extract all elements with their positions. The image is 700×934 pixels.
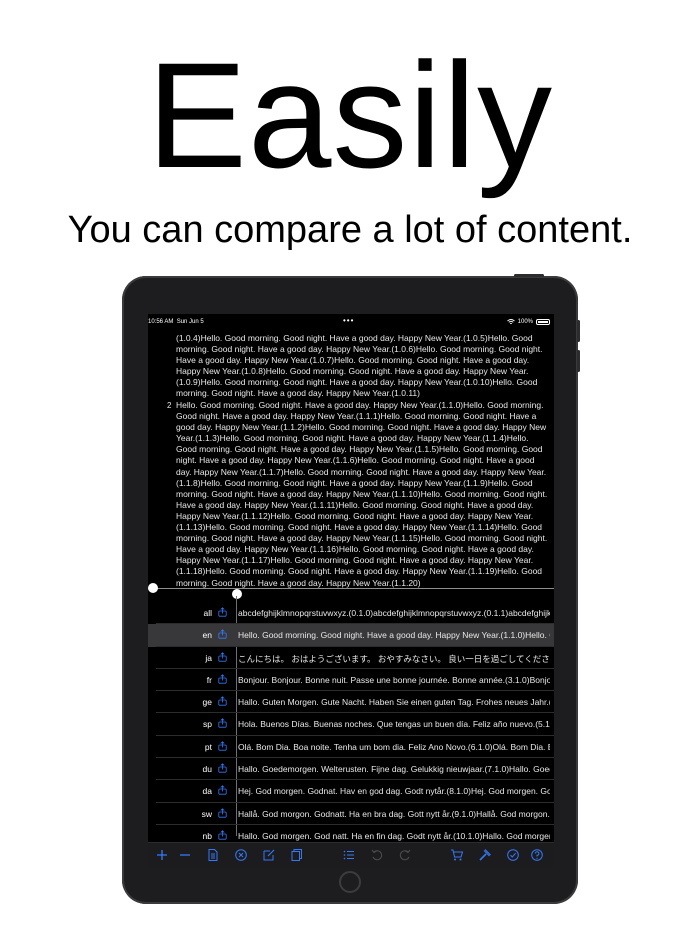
language-code: all [203,608,212,618]
row-content: Hello. Good morning. Good night. Have a … [238,630,550,641]
copy-icon[interactable] [290,848,304,862]
undo-icon[interactable] [370,848,384,862]
status-bar: 10:56 AM Sun Jun 5 ••• 100% [148,314,554,330]
language-row-en[interactable]: en Hello. Good morning. Good night. Have … [148,624,554,647]
share-icon[interactable] [218,607,227,617]
share-icon[interactable] [218,741,227,751]
row-content: Bonjour. Bonjour. Bonne nuit. Passe une … [238,674,550,685]
list-icon[interactable] [342,848,356,862]
language-code: ge [202,697,212,708]
language-code: nb [202,830,212,841]
share-icon[interactable] [218,696,227,706]
language-row-da[interactable]: da Hej. God morgen. Godnat. Hav en god da… [148,780,554,803]
row-content: Olá. Bom Dia. Boa noite. Tenha um bom di… [238,741,550,752]
wifi-icon [506,319,515,325]
language-row-ja[interactable]: ja こんにちは。 おはようございます。 おやすみなさい。 良い一日を過ごしてくだ… [148,647,554,669]
row-content: Hej. God morgen. Godnat. Hav en god dag.… [238,786,550,797]
battery-percentage: 100% [517,319,533,325]
row-content: Hallå. God morgon. Godnatt. Ha en bra da… [238,808,550,819]
headline: Easily [146,31,554,199]
edit-icon[interactable] [262,848,276,862]
splitter-line [148,588,554,589]
share-icon[interactable] [218,718,227,729]
language-code: sp [203,719,212,730]
document-icon[interactable] [206,848,220,862]
status-time: 10:56 AM Sun Jun 5 [148,319,204,325]
share-icon[interactable] [218,807,227,818]
row-content: Hallo. Guten Morgen. Gute Nacht. Haben S… [238,697,550,708]
battery-icon [536,319,550,325]
row-content: こんにちは。 おはようございます。 おやすみなさい。 良い一日を過ごしてください… [238,653,550,664]
share-icon[interactable] [218,830,227,840]
check-icon[interactable] [506,848,520,862]
language-row-du[interactable]: du Hallo. Goedemorgen. Welterusten. Fijne… [148,758,554,781]
share-icon[interactable] [218,785,227,795]
paragraph-2-text: Hello. Good morning. Good night. Have a … [176,400,548,588]
language-code: ja [205,652,212,663]
row-content: Hallo. Goedemorgen. Welterusten. Fijne d… [238,764,550,775]
share-icon[interactable] [218,674,227,684]
tools-icon[interactable] [478,848,492,862]
app-screen: 10:56 AM Sun Jun 5 ••• 100% (1.0.4)Hello… [148,314,554,868]
redo-icon[interactable] [398,848,412,862]
row-content: Hola. Buenos Días. Buenas noches. Que te… [238,719,550,730]
top-button [514,274,544,277]
language-code: sw [201,808,212,819]
language-row-fr[interactable]: fr Bonjour. Bonjour. Bonne nuit. Passe un… [148,669,554,692]
paragraph-1-text: (1.0.4)Hello. Good morning. Good night. … [176,333,543,399]
splitter-handle-left[interactable] [148,583,158,593]
share-icon[interactable] [218,651,227,662]
remove-icon[interactable] [178,848,192,862]
add-icon[interactable] [155,848,169,862]
language-row-all[interactable]: all abcdefghijklmnopqrstuvwxyz.(0.1.0)abc… [148,602,554,625]
splitter-handle-column[interactable] [232,589,242,599]
language-row-ge[interactable]: ge Hallo. Guten Morgen. Gute Nacht. Haben… [148,691,554,714]
paragraph-2-number: 2 [167,401,172,410]
multitasking-dots-icon[interactable]: ••• [343,316,354,325]
volume-down-button [577,350,580,372]
language-row-sw[interactable]: sw Hallå. God morgon. Godnatt. Ha en bra … [148,803,554,825]
volume-up-button [577,320,580,342]
text-view[interactable]: (1.0.4)Hello. Good morning. Good night. … [148,330,554,588]
cart-icon[interactable] [450,848,464,862]
language-code: pt [204,741,212,752]
row-content: abcdefghijklmnopqrstuvwxyz.(0.1.0)abcdef… [238,608,550,618]
share-icon[interactable] [218,763,227,773]
language-list: all abcdefghijklmnopqrstuvwxyz.(0.1.0)abc… [148,602,554,848]
home-button[interactable] [339,871,361,893]
language-code: du [202,764,212,775]
language-code: en [202,630,212,641]
row-content: Hallo. God morgen. God natt. Ha en fin d… [238,830,550,841]
help-icon[interactable] [530,848,544,862]
language-code: da [202,786,212,797]
clear-icon[interactable] [234,848,248,862]
share-icon[interactable] [218,629,227,639]
language-row-sp[interactable]: sp Hola. Buenos Días. Buenas noches. Que … [148,713,554,736]
language-row-pt[interactable]: pt Olá. Bom Dia. Boa noite. Tenha um bom … [148,736,554,759]
language-code: fr [206,674,212,685]
subheadline: You can compare a lot of content. [67,209,633,251]
bottom-toolbar [148,842,554,868]
